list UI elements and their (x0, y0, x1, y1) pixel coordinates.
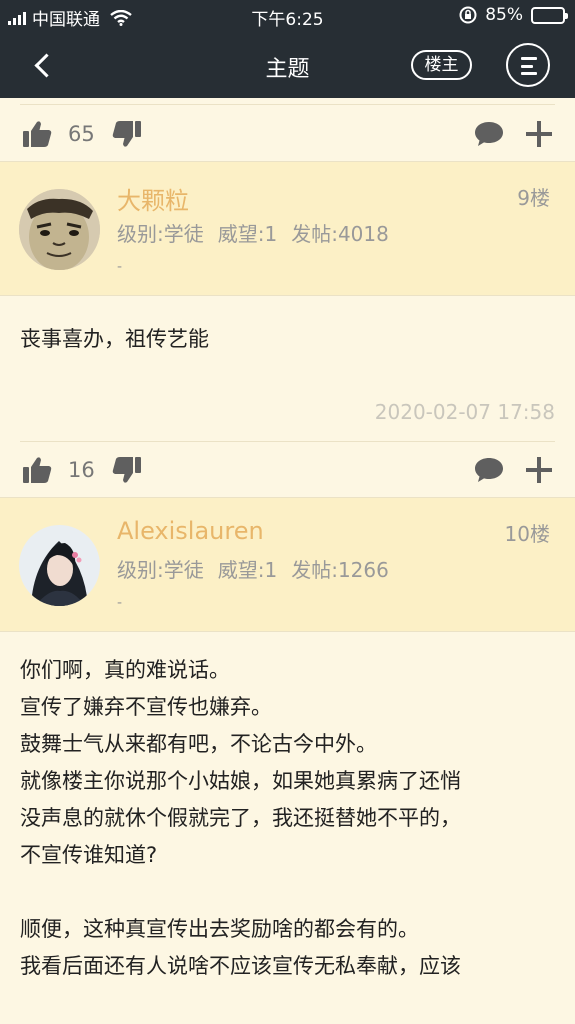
rotation-lock-icon (459, 6, 477, 24)
user-reputation: 威望:1 (217, 558, 278, 582)
post-content-line: 顺便，这种真宣传出去奖励啥的都会有的。 (20, 917, 419, 941)
post-content-line: 没声息的就休个假就完了，我还挺替她不平的， (20, 806, 461, 830)
owner-only-button[interactable]: 楼主 (411, 50, 472, 80)
plus-icon[interactable] (525, 120, 553, 148)
page-title: 主题 (265, 57, 310, 82)
username[interactable]: 大颗粒 (117, 181, 189, 216)
avatar[interactable] (19, 189, 100, 270)
menu-icon[interactable] (506, 43, 550, 87)
thumbs-up-icon[interactable] (22, 120, 52, 148)
post-content-line: 鼓舞士气从来都有吧，不论古今中外。 (20, 732, 377, 756)
like-count: 16 (68, 458, 95, 482)
post-header: Alexislauren 10楼 级别:学徒 威望:1 发帖:1266 - (0, 498, 575, 631)
comment-icon[interactable] (474, 456, 504, 484)
post-content-line: 不宣传谁知道? (20, 843, 158, 867)
battery-percent: 85% (485, 5, 523, 25)
post-content-line: 宣传了嫌弃不宣传也嫌弃。 (20, 695, 272, 719)
post-content-line: 我看后面还有人说啥不应该宣传无私奉献，应该 (20, 954, 461, 978)
thread-content: 65 大颗粒 9楼 级别:学徒 威望:1 发帖:4018 - 丧事喜办，祖传艺能… (0, 98, 575, 1024)
post-content-line: 丧事喜办，祖传艺能 (20, 327, 209, 351)
plus-icon[interactable] (525, 456, 553, 484)
post-timestamp: 2020-02-07 17:58 (374, 400, 555, 424)
post-header: 大颗粒 9楼 级别:学徒 威望:1 发帖:4018 - (0, 162, 575, 295)
post-content-line: 就像楼主你说那个小姑娘，如果她真累病了还悄 (20, 769, 461, 793)
nav-bar: 主题 楼主 (0, 32, 575, 98)
user-level: 级别:学徒 (117, 558, 204, 582)
thumbs-down-icon[interactable] (112, 456, 142, 484)
post-content-line: 你们啊，真的难说话。 (20, 658, 230, 682)
user-level: 级别:学徒 (117, 222, 204, 246)
user-meta: 级别:学徒 威望:1 发帖:4018 (117, 218, 389, 247)
status-bar: 中国联通 下午6:25 85% (0, 0, 575, 32)
prev-post-actions: 65 (0, 110, 575, 160)
user-signature: - (117, 595, 123, 611)
username[interactable]: Alexislauren (117, 517, 264, 545)
post-actions: 16 (0, 446, 575, 496)
user-post-count: 发帖:1266 (291, 558, 389, 582)
like-count: 65 (68, 122, 95, 146)
user-reputation: 威望:1 (217, 222, 278, 246)
avatar[interactable] (19, 525, 100, 606)
comment-icon[interactable] (474, 120, 504, 148)
post-content: 你们啊，真的难说话。 宣传了嫌弃不宣传也嫌弃。 鼓舞士气从来都有吧，不论古今中外… (20, 652, 555, 985)
post-content: 丧事喜办，祖传艺能 (20, 321, 555, 358)
user-meta: 级别:学徒 威望:1 发帖:1266 (117, 554, 389, 583)
user-post-count: 发帖:4018 (291, 222, 389, 246)
floor-number: 10楼 (504, 522, 550, 546)
floor-number: 9楼 (517, 186, 550, 210)
battery-icon (531, 6, 568, 24)
thumbs-up-icon[interactable] (22, 456, 52, 484)
thumbs-down-icon[interactable] (112, 120, 142, 148)
post-content-line (20, 874, 555, 911)
user-signature: - (117, 259, 123, 275)
